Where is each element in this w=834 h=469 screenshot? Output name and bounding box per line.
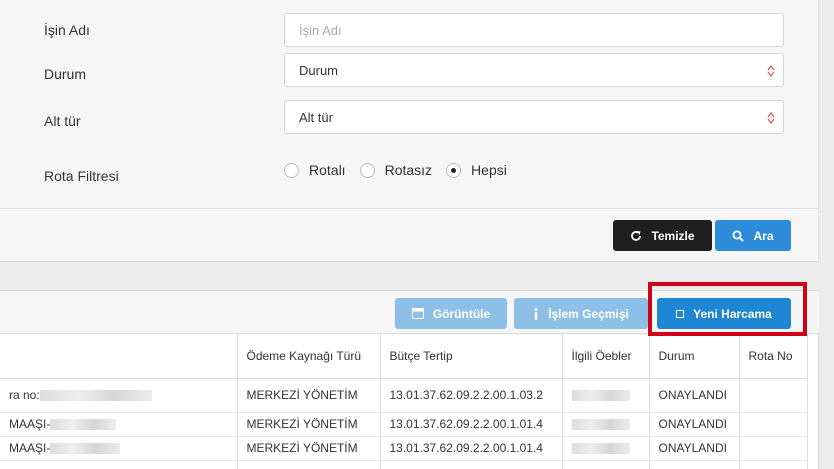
cell-payment-source [237, 460, 381, 469]
status-select-value: Durum [299, 62, 339, 78]
cell-related [562, 436, 650, 461]
redacted-text [50, 443, 121, 455]
subtype-label: Alt tür [44, 113, 81, 129]
table-row[interactable]: MAAŞI- MERKEZİ YÖNETİM 13.01.37.62.09.2.… [0, 436, 808, 461]
cell-related [562, 378, 650, 413]
radio-circle[interactable] [284, 162, 299, 178]
route-filter-label: Rota Filtresi [44, 168, 119, 184]
filter-panel: İşin Adı Durum Durum Alt tür Alt tür Rot… [0, 0, 819, 262]
cell-route-no [739, 412, 808, 437]
cell-budget: 13.01.37.62.09.2.2.00.1.03.2 [380, 378, 563, 413]
status-label: Durum [44, 66, 87, 82]
subtype-select-value: Alt tür [299, 109, 333, 125]
radio-circle-checked[interactable] [446, 162, 462, 178]
page: İşin Adı Durum Durum Alt tür Alt tür Rot… [0, 0, 834, 469]
radio-rotali[interactable]: Rotalı [284, 162, 346, 178]
cell-budget [380, 460, 563, 469]
cell-related [562, 460, 650, 469]
radio-label: Hepsi [471, 162, 507, 178]
cell-name [0, 460, 238, 469]
radio-hepsi[interactable]: Hepsi [446, 162, 507, 178]
search-button[interactable]: Ara [715, 220, 791, 251]
view-button-label: Görüntüle [432, 306, 491, 321]
redacted-text [571, 419, 630, 431]
history-button[interactable]: İşlem Geçmişi [514, 298, 648, 329]
cell-status: ONAYLANDI [649, 436, 740, 461]
header-cell-route-no[interactable]: Rota No [739, 334, 808, 379]
table-row[interactable]: ra no: MERKEZİ YÖNETİM 13.01.37.62.09.2.… [0, 378, 808, 413]
search-button-label: Ara [753, 228, 774, 243]
cell-name: MAAŞI- [0, 436, 238, 461]
redacted-text [571, 443, 630, 455]
table-row[interactable]: MAAŞI- MERKEZİ YÖNETİM 13.01.37.62.09.2.… [0, 412, 808, 437]
table-header-row: Ödeme Kaynağı Türü Bütçe Tertip İlgili Ö… [0, 334, 808, 379]
header-cell-payment-source[interactable]: Ödeme Kaynağı Türü [237, 334, 381, 379]
results-table: Ödeme Kaynağı Türü Bütçe Tertip İlgili Ö… [0, 334, 808, 469]
cell-budget: 13.01.37.62.09.2.2.00.1.01.4 [380, 412, 563, 437]
cell-route-no [739, 460, 808, 469]
info-icon [534, 307, 538, 320]
radio-circle[interactable] [359, 162, 375, 178]
header-cell-status[interactable]: Durum [649, 334, 740, 379]
route-filter-radio-group: Rotalı Rotasız Hepsi [284, 162, 521, 178]
window-icon [411, 308, 424, 319]
cell-payment-source: MERKEZİ YÖNETİM [237, 378, 381, 413]
job-name-field[interactable] [284, 13, 784, 47]
cell-name: MAAŞI- [0, 412, 238, 437]
highlight-box [648, 282, 807, 336]
name-text: MAAŞI- [9, 417, 51, 431]
table-row[interactable] [0, 460, 808, 469]
radio-label: Rotasız [384, 162, 433, 178]
select-arrows-icon [767, 112, 775, 124]
subtype-select[interactable]: Alt tür [284, 100, 784, 134]
select-arrows-icon [767, 65, 775, 77]
redacted-text [571, 390, 630, 402]
radio-label: Rotalı [309, 162, 346, 178]
cell-payment-source: MERKEZİ YÖNETİM [237, 412, 381, 437]
view-button[interactable]: Görüntüle [395, 298, 507, 329]
header-cell-name [0, 334, 238, 379]
redacted-text [39, 390, 152, 402]
refresh-icon [631, 230, 642, 241]
cell-payment-source: MERKEZİ YÖNETİM [237, 436, 381, 461]
header-cell-budget[interactable]: Bütçe Tertip [380, 334, 563, 379]
search-icon [732, 230, 745, 242]
cell-status: ONAYLANDI [649, 378, 740, 413]
name-text: ra no: [9, 388, 40, 402]
cell-status [649, 460, 740, 469]
redacted-text [50, 419, 117, 431]
cell-budget: 13.01.37.62.09.2.2.00.1.01.4 [380, 436, 563, 461]
status-select[interactable]: Durum [284, 53, 784, 87]
cell-status: ONAYLANDI [649, 412, 740, 437]
cell-name: ra no: [0, 378, 238, 413]
cell-route-no [739, 378, 808, 413]
header-cell-related[interactable]: İlgili Öebler [562, 334, 650, 379]
history-button-label: İşlem Geçmişi [548, 306, 629, 321]
job-name-label: İşin Adı [44, 22, 90, 38]
job-name-input[interactable] [299, 22, 769, 38]
cell-related [562, 412, 650, 437]
clear-button-label: Temizle [651, 228, 695, 243]
clear-button[interactable]: Temizle [613, 220, 712, 251]
radio-rotasiz[interactable]: Rotasız [359, 162, 433, 178]
name-text: MAAŞI- [9, 441, 51, 455]
cell-route-no [739, 436, 808, 461]
divider [0, 208, 819, 209]
